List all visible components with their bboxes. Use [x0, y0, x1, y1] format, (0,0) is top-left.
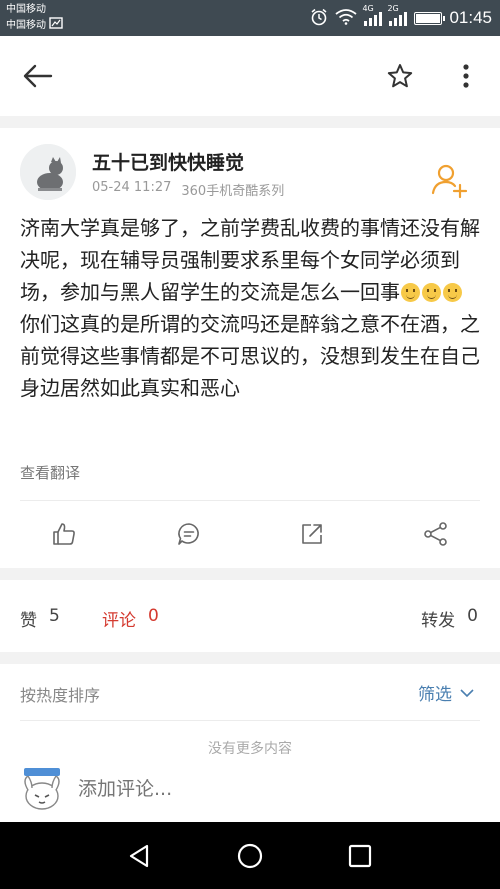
- thumbs-up-icon[interactable]: [46, 516, 82, 552]
- share-nodes-icon[interactable]: [418, 516, 454, 552]
- signal-2g-icon: 2G: [387, 4, 408, 26]
- carrier-1: 中国移动: [6, 4, 46, 15]
- likes-label: 赞: [20, 611, 37, 631]
- star-icon[interactable]: [380, 56, 420, 96]
- no-more-content-text: 没有更多内容: [208, 741, 292, 754]
- post-text: 济南大学真是够了，之前学费乱收费的事情还没有解决呢，现在辅导员强制要求系里每个女…: [20, 212, 482, 404]
- divider: [20, 720, 480, 721]
- reposts-label: 转发: [421, 611, 456, 631]
- smile-emoji-icon: [401, 283, 420, 302]
- comment-input[interactable]: [78, 778, 458, 800]
- likes-count: 5: [49, 606, 60, 626]
- post-source: 360手机奇酷系列: [181, 184, 285, 199]
- chevron-down-icon: [460, 683, 474, 703]
- battery-fill: [416, 13, 441, 23]
- signal-4g-icon: 4G: [362, 4, 383, 26]
- status-bar: 中国移动 中国移动 4G 2G 01:45: [0, 0, 500, 36]
- translate-link[interactable]: 查看翻译: [20, 462, 80, 483]
- battery-icon: [414, 11, 446, 25]
- smile-emoji-icon: [443, 283, 462, 302]
- post-stats: 赞 5 评论 0 转发 0: [0, 580, 500, 652]
- add-user-icon[interactable]: [430, 160, 470, 200]
- filter-button[interactable]: 筛选: [418, 680, 474, 705]
- filter-label: 筛选: [418, 685, 452, 705]
- carrier-2: 中国移动: [6, 19, 46, 31]
- alarm-icon: [310, 8, 328, 29]
- post-card: 五十已到快快睡觉 05-24 11:27 360手机奇酷系列 济南大学真是够了，…: [0, 128, 500, 568]
- nav-recent-square-icon[interactable]: [342, 838, 378, 874]
- comment-bubble-icon[interactable]: [171, 516, 207, 552]
- reposts-count: 0: [467, 606, 478, 626]
- wifi-icon: [335, 8, 358, 28]
- top-toolbar: [0, 36, 500, 116]
- sort-by-hot-label[interactable]: 按热度排序: [20, 682, 100, 706]
- divider: [20, 500, 480, 501]
- post-meta: 05-24 11:27 360手机奇酷系列: [92, 180, 284, 199]
- nav-back-triangle-icon[interactable]: [122, 838, 158, 874]
- share-external-icon[interactable]: [294, 516, 330, 552]
- comments-stat[interactable]: 评论 0: [102, 606, 159, 631]
- comments-count: 0: [148, 606, 159, 626]
- commenter-avatar: [18, 766, 66, 814]
- avatar[interactable]: [20, 144, 76, 200]
- status-indicators: 4G 2G 01:45: [310, 4, 492, 31]
- post-date: 05-24 11:27: [92, 180, 172, 195]
- comments-label: 评论: [102, 611, 136, 631]
- carrier-info: 中国移动 中国移动: [6, 3, 63, 34]
- likes-stat[interactable]: 赞 5: [20, 606, 60, 631]
- nav-home-circle-icon[interactable]: [232, 838, 268, 874]
- smile-emoji-icon: [422, 283, 441, 302]
- system-nav-bar: [0, 822, 500, 889]
- reposts-stat[interactable]: 转发 0: [421, 606, 478, 631]
- comment-input-bar: [0, 760, 500, 822]
- image-notification-icon: [49, 17, 63, 34]
- clock: 01:45: [449, 8, 492, 27]
- more-vertical-icon[interactable]: [446, 56, 486, 96]
- post-username[interactable]: 五十已到快快睡觉: [92, 148, 244, 175]
- back-arrow-icon[interactable]: [18, 56, 58, 96]
- post-text-part-2: 你们这真的是所谓的交流吗还是醉翁之意不在酒，之前觉得这些事情都是不可思议的，没想…: [20, 312, 480, 400]
